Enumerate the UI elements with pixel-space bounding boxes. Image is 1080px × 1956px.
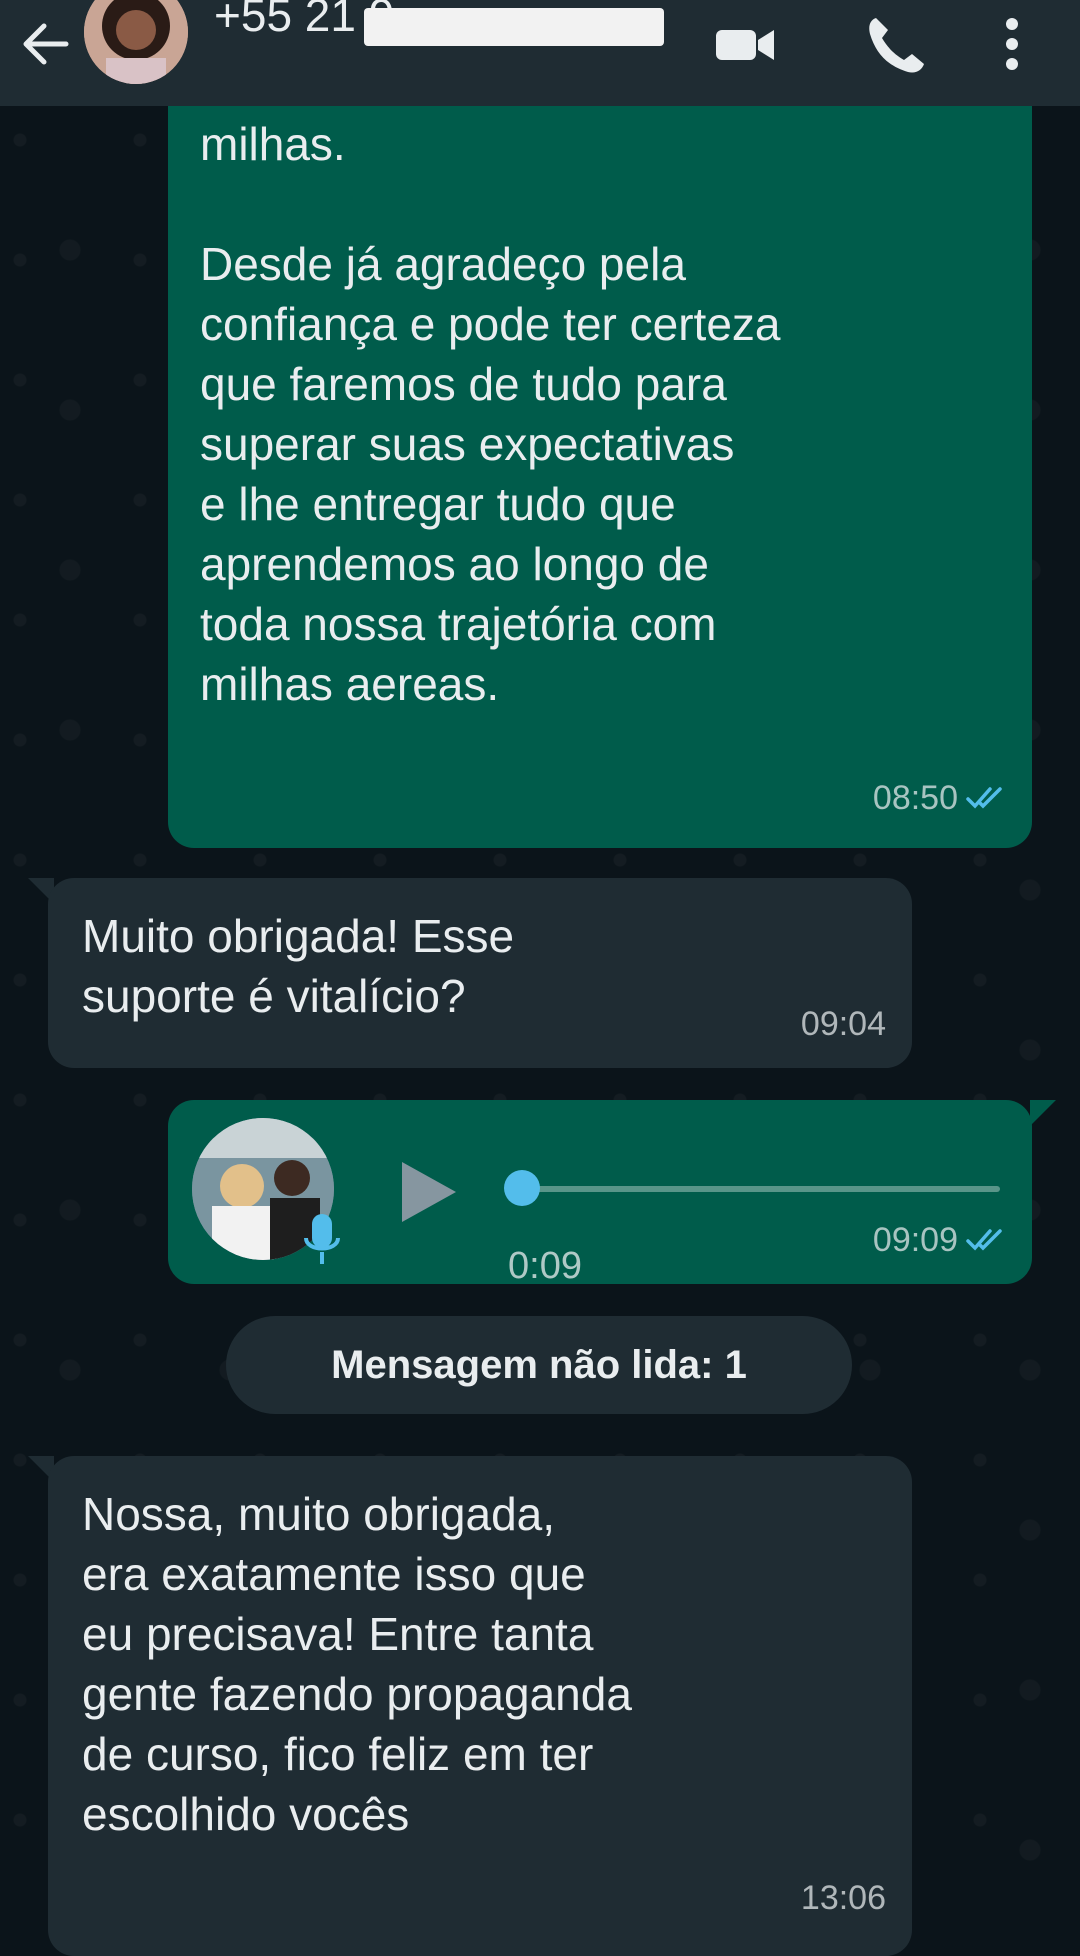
message-text: Nossa, muito obrigada, era exatamente is… xyxy=(82,1488,632,1840)
double-check-icon xyxy=(966,787,1002,809)
double-check-icon xyxy=(966,1229,1002,1251)
unread-messages-divider: Mensagem não lida: 1 xyxy=(226,1316,852,1414)
message-meta: 09:04 xyxy=(801,994,886,1054)
message-time: 09:09 xyxy=(872,1221,958,1259)
video-call-icon[interactable] xyxy=(712,10,782,80)
message-text: milhas. Desde já agradeço pela confiança… xyxy=(200,118,781,710)
message-time: 08:50 xyxy=(872,779,958,817)
redaction-mark xyxy=(364,8,664,46)
chat-header: +55 21 9 xyxy=(0,0,1080,106)
outgoing-voice-message[interactable]: 0:09 09:09 xyxy=(168,1100,1032,1287)
bubble-tail xyxy=(1030,1100,1056,1126)
microphone-icon xyxy=(304,1214,340,1264)
play-icon[interactable] xyxy=(396,1158,460,1226)
audio-progress-track[interactable] xyxy=(520,1186,1000,1192)
arrow-left-icon[interactable] xyxy=(16,14,76,74)
message-time: 13:06 xyxy=(800,1879,886,1917)
audio-duration: 0:09 xyxy=(508,1245,582,1287)
audio-seek-handle[interactable] xyxy=(504,1170,540,1206)
message-time: 09:04 xyxy=(800,1005,886,1043)
outgoing-message[interactable]: milhas. Desde já agradeço pela confiança… xyxy=(168,70,1032,848)
incoming-message[interactable]: Nossa, muito obrigada, era exatamente is… xyxy=(48,1456,912,1956)
contact-avatar[interactable] xyxy=(84,0,188,84)
message-meta: 08:50 xyxy=(873,768,1006,828)
message-meta: 09:09 xyxy=(873,1210,1006,1270)
message-meta: 13:06 xyxy=(801,1868,886,1928)
incoming-message[interactable]: Muito obrigada! Esse suporte é vitalício… xyxy=(48,878,912,1068)
phone-icon[interactable] xyxy=(860,10,930,80)
message-text: Muito obrigada! Esse suporte é vitalício… xyxy=(82,910,515,1022)
more-vert-icon[interactable] xyxy=(990,10,1060,80)
